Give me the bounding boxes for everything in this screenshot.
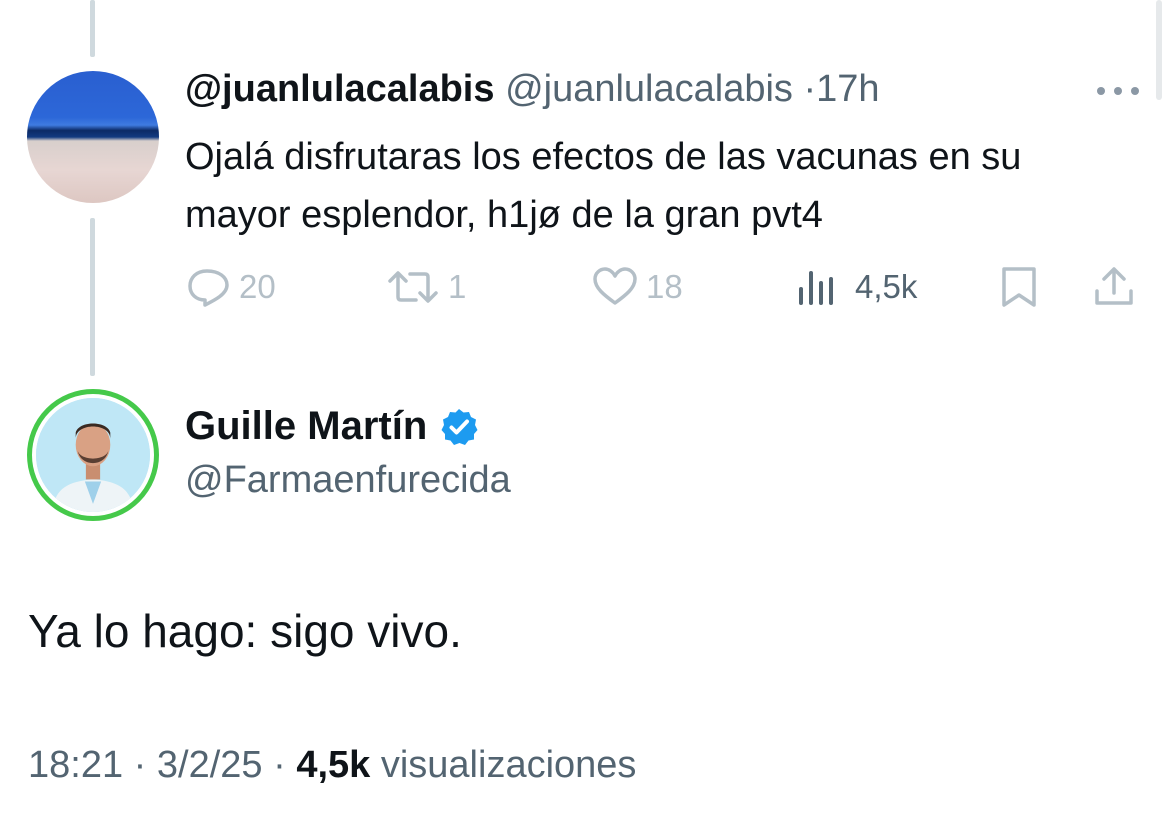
author-handle[interactable]: @Farmaenfurecida [185,459,511,502]
bookmark-icon [1002,267,1036,307]
reply-display-name[interactable]: @juanlulacalabis [185,68,495,110]
avatar[interactable] [27,71,159,203]
views-count: 4,5k [296,744,371,786]
reply-button[interactable]: 20 [187,262,276,312]
retweet-icon [388,271,438,303]
like-button[interactable]: 18 [592,262,683,312]
reply-icon [188,269,229,307]
separator: · [133,744,147,786]
like-count: 18 [646,268,683,305]
thread-line-top [90,0,95,57]
share-button[interactable] [1092,262,1136,312]
reply-count: 20 [239,268,276,305]
thread-line-middle [90,218,95,376]
scrollbar[interactable] [1156,0,1162,100]
views-count: 4,5k [855,268,918,305]
like-icon [593,267,637,305]
tweet-date[interactable]: 3/2/25 [157,744,263,786]
retweet-button[interactable]: 1 [386,262,466,312]
verified-badge-icon[interactable] [439,407,479,447]
tweet-text: Ya lo hago: sigo vivo. [28,605,462,657]
reply-time[interactable]: 17h [816,68,879,110]
author-display-name[interactable]: Guille Martín [185,404,427,449]
reply-header: @juanlulacalabis @juanlulacalabis ·17h [185,68,880,111]
views-button[interactable]: 4,5k [797,262,917,312]
views-label: visualizaciones [380,744,637,786]
share-icon [1095,267,1133,305]
author-avatar[interactable] [27,389,159,521]
reply-handle[interactable]: @juanlulacalabis [505,68,793,110]
person-photo [36,398,150,512]
bookmark-button[interactable] [1000,262,1038,312]
reply-text: Ojalá disfrutaras los efectos de las vac… [185,136,1022,236]
views-icon [799,271,833,305]
separator: · [803,68,817,110]
tweet-time[interactable]: 18:21 [28,744,123,786]
more-icon[interactable] [1096,86,1140,96]
tweet-meta: 18:21 · 3/2/25 · 4,5k visualizaciones [28,744,636,787]
author-name[interactable]: Guille Martín [185,404,479,449]
separator: · [273,744,286,786]
retweet-count: 1 [448,268,467,305]
